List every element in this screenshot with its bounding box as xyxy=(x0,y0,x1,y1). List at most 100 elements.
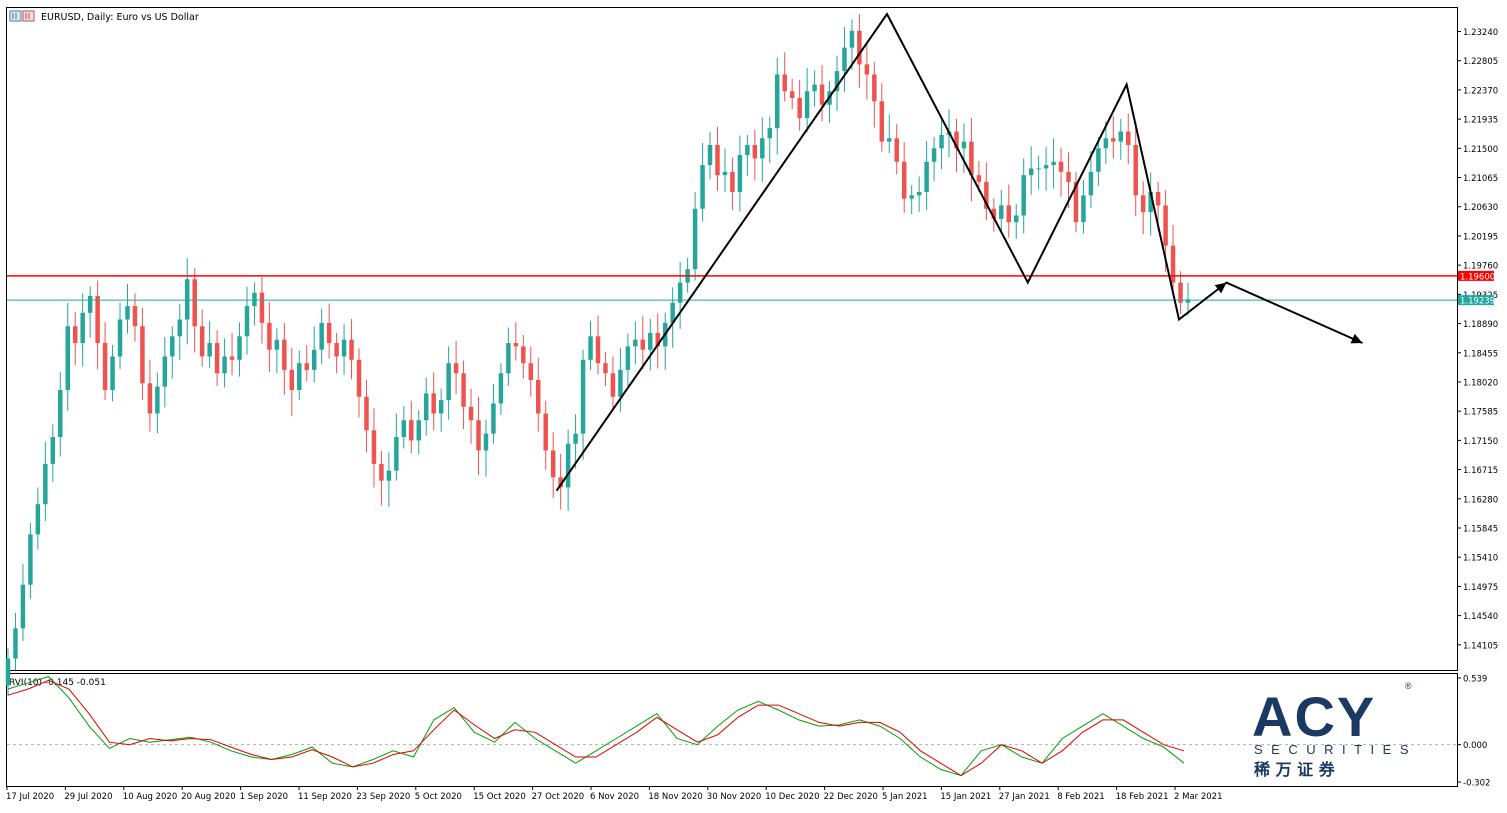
candle-bullish xyxy=(1028,168,1034,176)
candle-bullish xyxy=(1096,148,1101,172)
candle-bullish xyxy=(625,346,631,370)
candle-bullish xyxy=(1088,171,1094,196)
x-tick-label: 29 Jul 2020 xyxy=(64,792,112,802)
candle-bullish xyxy=(438,400,444,414)
candle-bullish xyxy=(244,306,250,337)
candle-bullish xyxy=(939,134,944,149)
y-tick-label: 1.17585 xyxy=(1463,408,1498,418)
zigzag-pattern xyxy=(555,12,1363,492)
candle-bearish xyxy=(379,463,384,481)
candle-bearish xyxy=(872,74,877,102)
candle-bullish xyxy=(319,322,324,350)
candle-bearish xyxy=(640,339,646,350)
candle-bearish xyxy=(132,306,138,327)
acy-logo: ACY ® SECURITIES 稀 万 证 券 xyxy=(1252,681,1417,779)
candle-bullish xyxy=(222,356,227,374)
candle-bearish xyxy=(1155,191,1161,206)
y-tick-label: 1.17150 xyxy=(1463,437,1498,447)
candle-bullish xyxy=(804,91,810,119)
candle-bullish xyxy=(573,433,578,444)
candle-bullish xyxy=(1081,195,1086,223)
chart-svg: EURUSD, Daily: Euro vs US Dollar RVI(10)… xyxy=(5,7,1498,802)
candle-bearish xyxy=(864,64,870,75)
candle-bullish xyxy=(737,155,743,192)
candle-bullish xyxy=(491,403,496,434)
candle-bullish xyxy=(237,336,242,360)
candle-bullish xyxy=(842,47,847,72)
y-tick-label: 1.18020 xyxy=(1463,378,1498,388)
candle-bearish xyxy=(192,279,197,327)
candle-bullish xyxy=(50,437,56,464)
candle-bullish xyxy=(580,359,586,434)
candle-bearish xyxy=(461,373,466,407)
candle-bearish xyxy=(409,420,414,441)
y-tick-label: 1.15410 xyxy=(1463,554,1498,564)
candle-bullish xyxy=(483,433,489,451)
candle-bullish xyxy=(961,141,967,149)
candle-bearish xyxy=(1006,205,1011,223)
candle-bullish xyxy=(28,534,33,585)
x-tick-label: 2 Mar 2021 xyxy=(1174,792,1222,802)
price-lines: 1.19600 1.19239 xyxy=(7,270,1495,307)
candle-bullish xyxy=(700,165,705,209)
candle-bullish xyxy=(177,319,183,337)
candle-bullish xyxy=(311,349,317,370)
candle-bearish xyxy=(879,101,885,142)
candle-bearish xyxy=(453,363,459,374)
candle-bullish xyxy=(909,195,914,199)
x-tick-label: 15 Jan 2021 xyxy=(940,792,991,802)
candle-bullish xyxy=(162,356,168,387)
candle-bullish xyxy=(588,336,593,360)
candle-bearish xyxy=(595,336,601,364)
candle-bullish xyxy=(125,306,130,320)
candle-bullish xyxy=(931,148,937,162)
candle-bullish xyxy=(170,336,175,357)
candle-bearish xyxy=(1140,195,1146,213)
candle-bullish xyxy=(297,363,302,391)
candle-bearish xyxy=(356,359,362,397)
rvi-tick-label: 0.000 xyxy=(1463,741,1487,751)
candle-bearish xyxy=(102,343,108,391)
chart-window-icon xyxy=(9,10,35,22)
y-tick-label: 1.20195 xyxy=(1463,232,1498,242)
x-tick-label: 6 Nov 2020 xyxy=(590,792,639,802)
candle-bearish xyxy=(468,406,474,421)
x-tick-label: 10 Dec 2020 xyxy=(765,792,819,802)
chart-title: EURUSD, Daily: Euro vs US Dollar xyxy=(41,12,199,23)
candle-bullish xyxy=(565,443,571,488)
x-tick-label: 17 Jul 2020 xyxy=(6,792,54,802)
logo-subtitle: SECURITIES xyxy=(1254,742,1417,757)
candle-bearish xyxy=(282,339,287,370)
time-axis: 17 Jul 2020 29 Jul 2020 10 Aug 2020 20 Aug … xyxy=(6,786,1222,802)
y-tick-label: 1.21500 xyxy=(1463,145,1498,155)
candle-bullish xyxy=(767,128,773,139)
candle-bearish xyxy=(1126,131,1131,145)
candle-bullish xyxy=(745,144,750,156)
y-tick-label: 1.16280 xyxy=(1463,495,1498,505)
y-tick-label: 1.21065 xyxy=(1463,174,1498,184)
candle-bullish xyxy=(760,138,765,159)
candle-bullish xyxy=(924,161,929,192)
x-tick-label: 27 Jan 2021 xyxy=(999,792,1050,802)
candle-bearish xyxy=(521,346,526,364)
candle-bearish xyxy=(550,450,556,478)
candle-bullish xyxy=(633,339,638,347)
arrow-head xyxy=(1214,282,1227,294)
candle-bearish xyxy=(199,326,205,357)
rvi-series-line xyxy=(7,676,1185,777)
candle-bullish xyxy=(274,339,280,350)
x-tick-label: 10 Aug 2020 xyxy=(123,792,177,802)
price-axis: 1.23240 1.22805 1.22370 1.21935 1.21500 1.210… xyxy=(1457,28,1498,651)
candle-bearish xyxy=(976,175,982,182)
candle-bullish xyxy=(394,437,399,471)
candle-bullish xyxy=(155,386,160,414)
candle-bearish xyxy=(819,84,825,105)
candle-bearish xyxy=(259,292,265,323)
candle-bearish xyxy=(304,363,309,370)
candle-bearish xyxy=(528,363,534,380)
x-tick-label: 15 Oct 2020 xyxy=(473,792,526,802)
candle-bearish xyxy=(1133,144,1138,196)
candle-bearish xyxy=(603,363,608,374)
registered-mark: ® xyxy=(1405,681,1412,691)
candle-bullish xyxy=(386,470,392,481)
